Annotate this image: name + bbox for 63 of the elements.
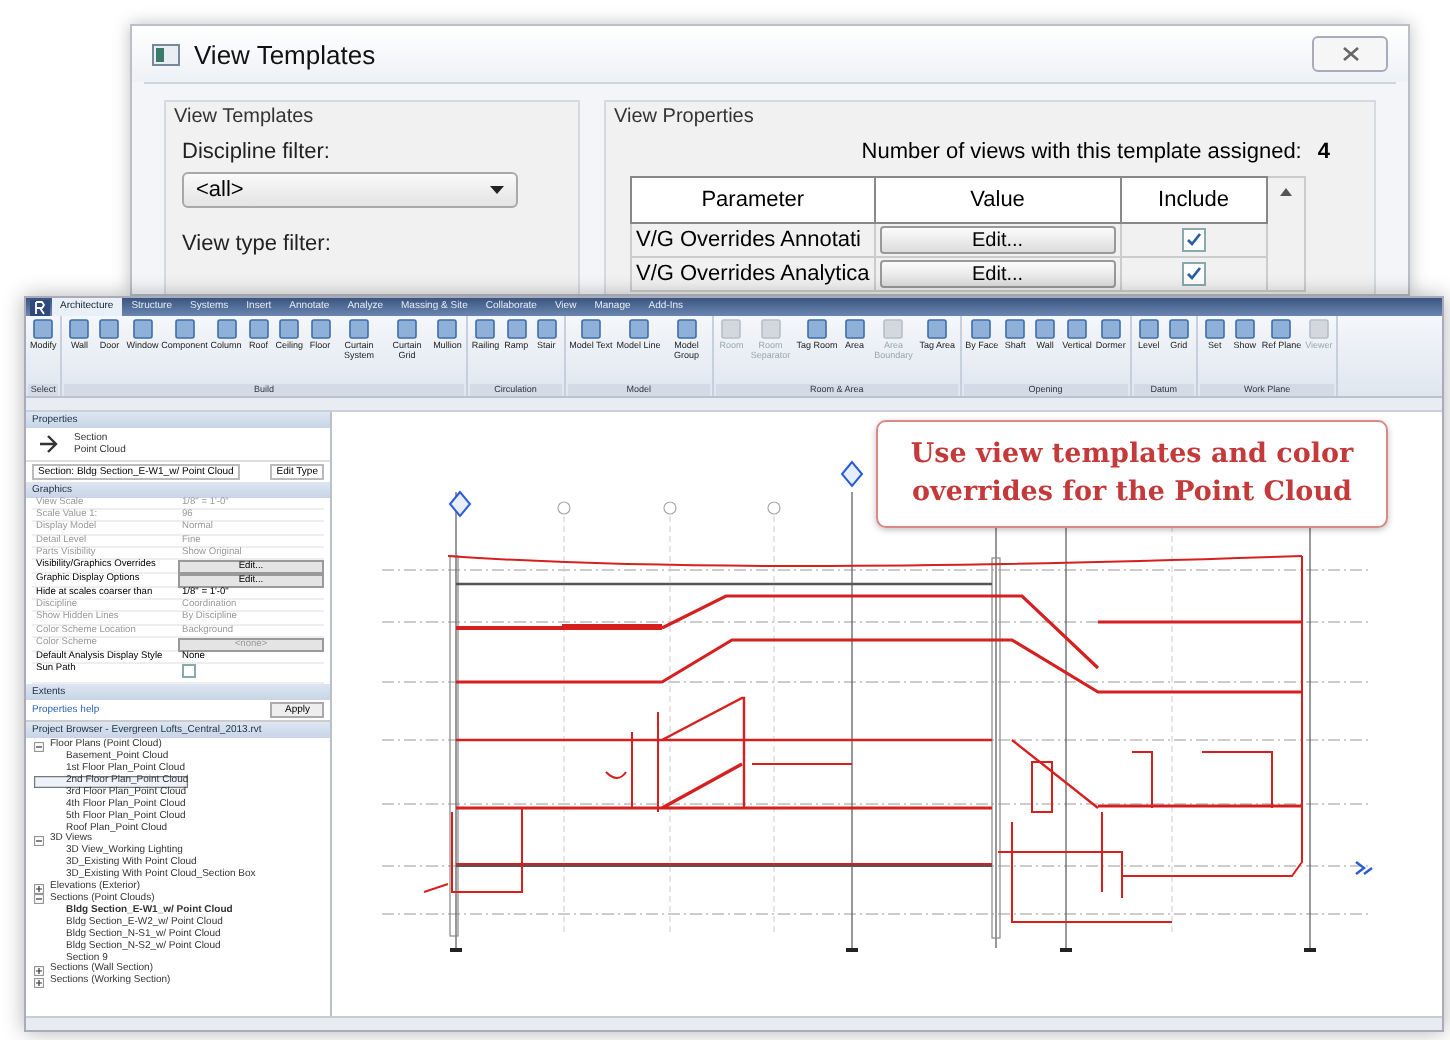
expand-icon[interactable] <box>34 977 44 988</box>
tool-icon <box>926 318 949 340</box>
group-title: View Properties <box>614 106 756 128</box>
checkbox[interactable] <box>1181 227 1206 251</box>
tool-icon <box>173 318 196 340</box>
collapse-icon[interactable] <box>34 741 44 752</box>
scroll-up-icon[interactable] <box>1279 188 1292 196</box>
tool-icon <box>843 318 866 340</box>
tool-icon <box>1137 318 1160 340</box>
checkbox[interactable] <box>182 664 196 679</box>
tool-icon <box>1203 318 1226 340</box>
tool-icon <box>396 318 419 340</box>
tool-icon <box>505 318 528 340</box>
collapse-icon[interactable] <box>34 835 44 846</box>
close-icon <box>1341 46 1359 62</box>
tool-icon <box>32 318 55 340</box>
tool-icon <box>278 318 301 340</box>
tool-icon <box>675 318 698 340</box>
section-icon <box>38 434 58 454</box>
count-value: 4 <box>1317 140 1330 164</box>
app-menu-icon[interactable] <box>30 299 50 315</box>
discipline-dropdown[interactable]: <all> <box>182 172 518 208</box>
tool-icon <box>535 318 558 340</box>
column-header: Include <box>1120 177 1267 223</box>
checkbox[interactable] <box>1181 261 1206 285</box>
tool-icon <box>1233 318 1256 340</box>
tool-icon <box>68 318 91 340</box>
table-cell: V/G Overrides Annotati <box>631 223 875 257</box>
window-icon <box>152 43 180 65</box>
tool-icon <box>1065 318 1088 340</box>
table-cell: V/G Overrides Analytica <box>631 257 875 291</box>
tool-icon <box>970 318 993 340</box>
tool-icon <box>1099 318 1122 340</box>
tool-icon <box>348 318 371 340</box>
group-title: View Templates <box>174 106 316 128</box>
tool-icon <box>806 318 829 340</box>
tool-icon <box>436 318 459 340</box>
tool-icon <box>309 318 332 340</box>
edit-button[interactable]: Edit... <box>879 260 1116 288</box>
edit-button[interactable]: Edit... <box>879 226 1116 254</box>
tool-icon <box>215 318 238 340</box>
field-label: Discipline filter: <box>182 140 332 164</box>
collapse-icon[interactable] <box>34 894 44 905</box>
field-label: View type filter: <box>182 232 333 256</box>
tool-icon <box>627 318 650 340</box>
tool-icon <box>98 318 121 340</box>
tool-icon <box>1034 318 1057 340</box>
callout-note: Use view templates and color overrides for the Point Cloud <box>876 420 1388 528</box>
tool-icon <box>1004 318 1027 340</box>
dialog-title: View Templates <box>194 39 376 69</box>
expand-icon[interactable] <box>34 965 44 976</box>
tool-icon <box>474 318 497 340</box>
tool-icon <box>1270 318 1293 340</box>
tool-icon <box>131 318 154 340</box>
column-header: Value <box>874 177 1121 223</box>
tool-icon <box>579 318 602 340</box>
expand-icon[interactable] <box>34 883 44 894</box>
count-label: Number of views with this template assigned: <box>861 140 1302 164</box>
tool-icon <box>1167 318 1190 340</box>
dropdown-arrow-icon <box>490 186 504 194</box>
column-header: Parameter <box>631 177 875 223</box>
close-button[interactable] <box>1312 36 1388 72</box>
tool-icon <box>247 318 270 340</box>
